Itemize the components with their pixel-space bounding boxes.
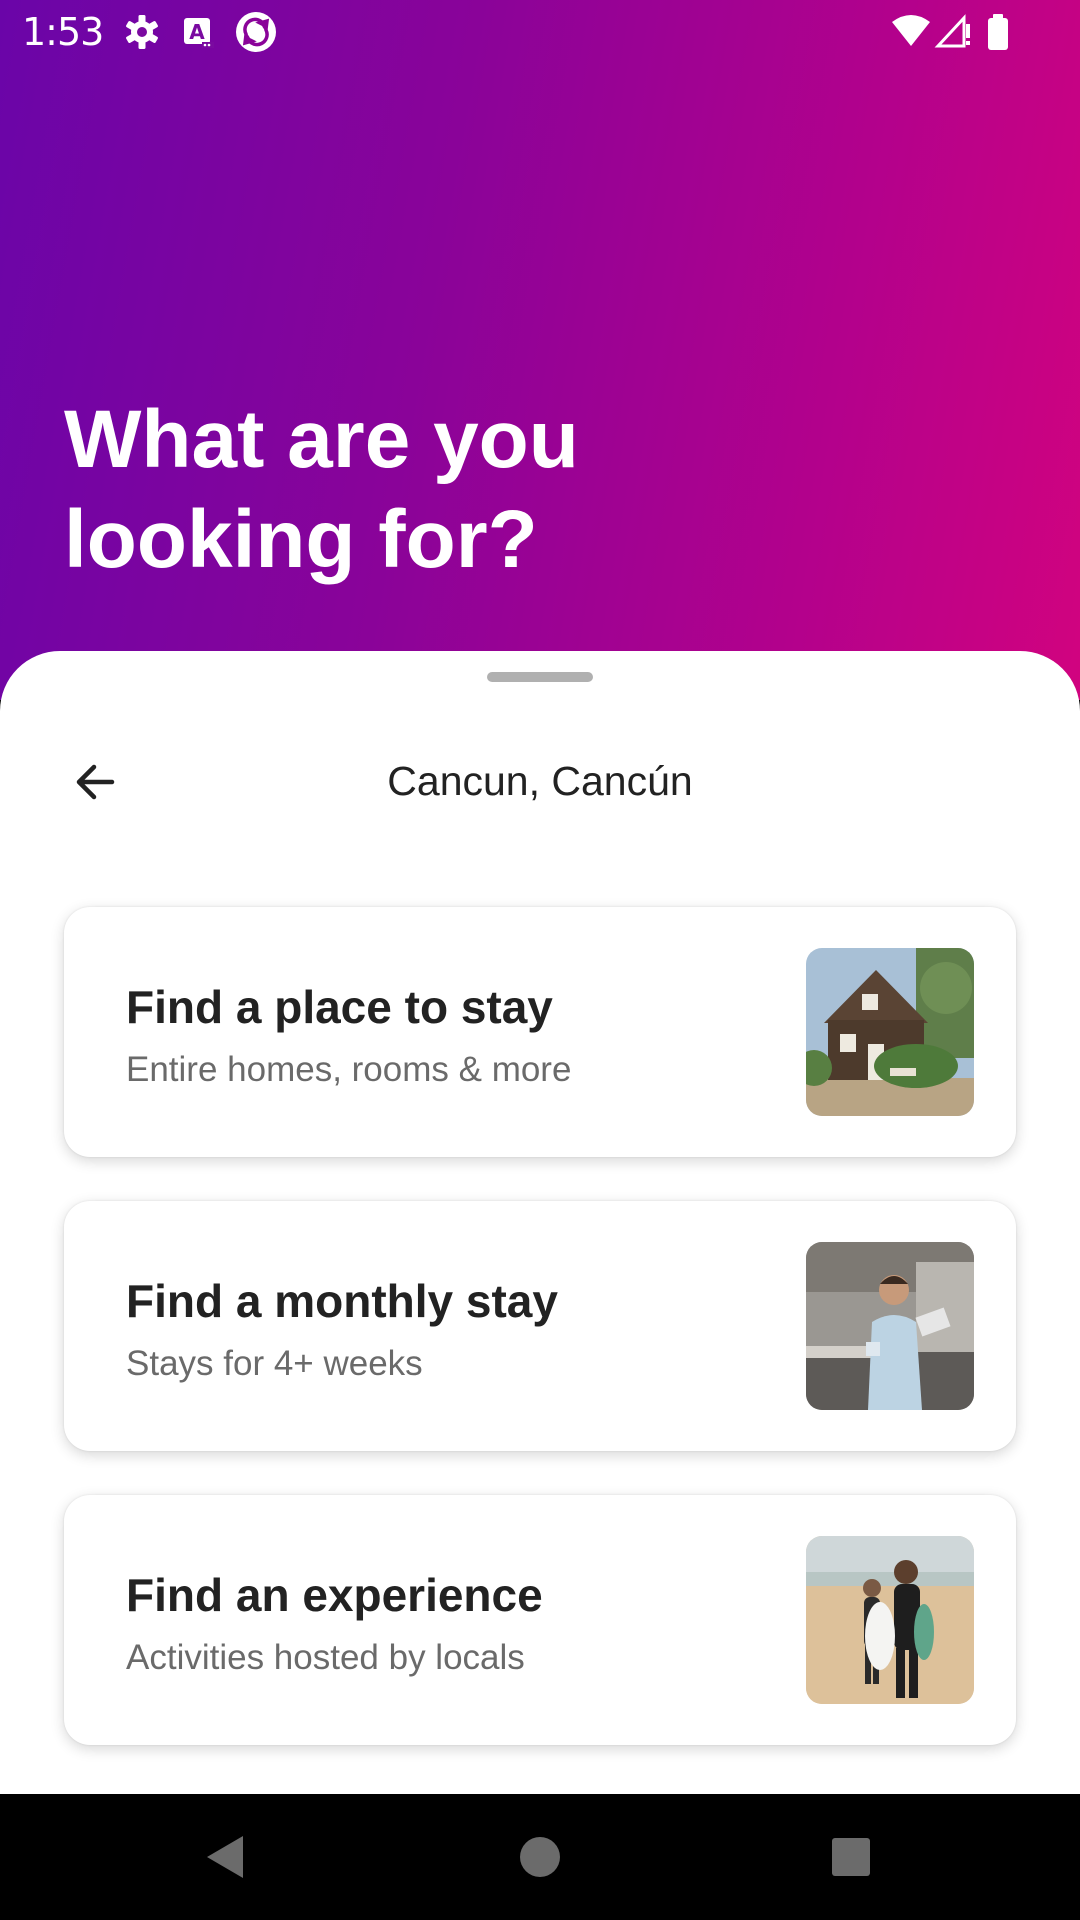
status-time: 1:53 — [22, 10, 104, 54]
nav-home-button[interactable] — [507, 1824, 573, 1890]
svg-text:A: A — [189, 20, 205, 44]
nav-recents-button[interactable] — [818, 1824, 884, 1890]
status-bar: 1:53 A — [0, 0, 1080, 66]
card-title: Find an experience — [126, 1569, 543, 1621]
man-in-kitchen-photo — [806, 1242, 974, 1410]
bottom-sheet: Cancun, Cancún Find a place to stay Enti… — [0, 651, 1080, 1794]
card-title: Find a place to stay — [126, 981, 553, 1033]
location-title: Cancun, Cancún — [387, 758, 693, 804]
page-title: What are you looking for? — [64, 394, 579, 585]
find-experience-card[interactable]: Find an experience Activities hosted by … — [64, 1495, 1016, 1745]
recents-square-icon — [832, 1838, 870, 1876]
sync-icon — [234, 10, 278, 54]
sheet-drag-handle[interactable] — [487, 672, 593, 682]
arrow-left-icon — [76, 764, 115, 800]
wifi-icon — [890, 12, 932, 52]
card-subtitle: Stays for 4+ weeks — [126, 1344, 423, 1383]
system-nav-bar — [0, 1794, 1080, 1920]
nav-back-button[interactable] — [193, 1824, 259, 1890]
find-monthly-stay-card[interactable]: Find a monthly stay Stays for 4+ weeks — [64, 1201, 1016, 1451]
surfers-on-beach-photo — [806, 1536, 974, 1704]
card-subtitle: Activities hosted by locals — [126, 1638, 525, 1677]
a-notification-icon: A — [178, 12, 218, 52]
hero-banner: 1:53 A What are you looking for? — [0, 0, 1080, 700]
battery-icon — [984, 12, 1012, 52]
gear-icon — [122, 12, 162, 52]
card-subtitle: Entire homes, rooms & more — [126, 1050, 572, 1089]
find-place-to-stay-card[interactable]: Find a place to stay Entire homes, rooms… — [64, 907, 1016, 1157]
back-triangle-icon — [207, 1836, 243, 1878]
cell-signal-icon — [934, 12, 974, 52]
back-button[interactable] — [60, 747, 130, 817]
house-photo — [806, 948, 974, 1116]
home-circle-icon — [520, 1837, 560, 1877]
card-title: Find a monthly stay — [126, 1275, 558, 1327]
